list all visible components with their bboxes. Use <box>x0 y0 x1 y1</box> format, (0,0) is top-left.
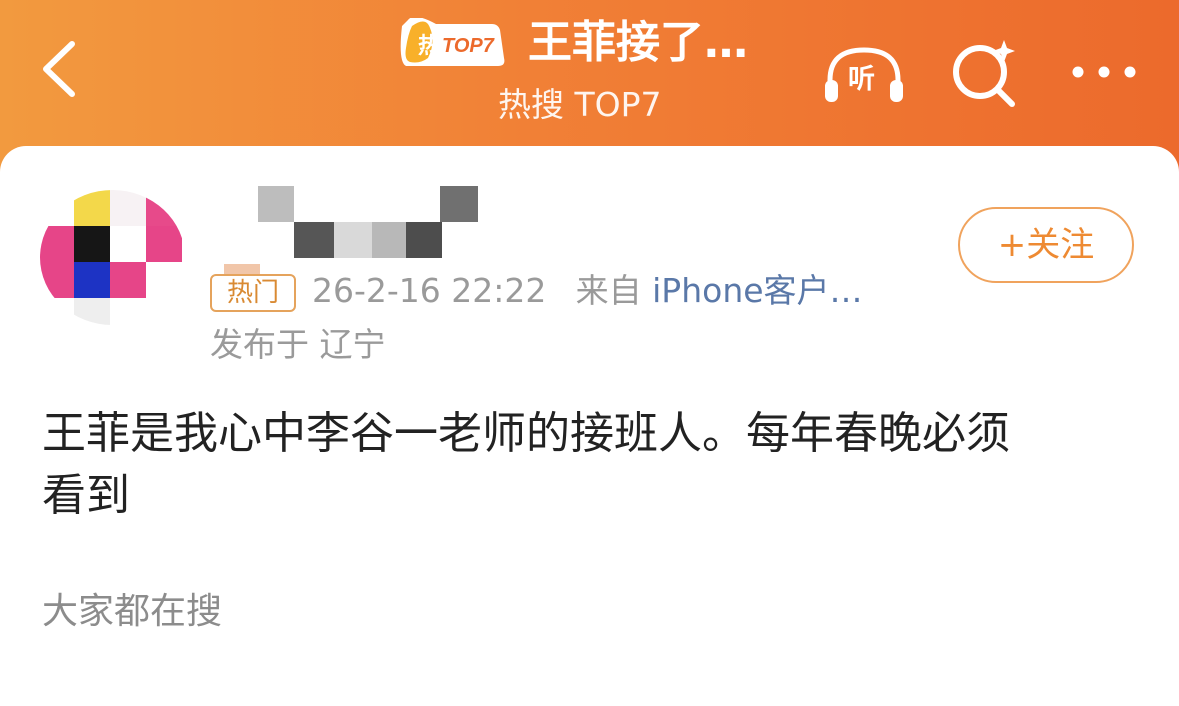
post-location: 发布于 辽宁 <box>210 325 386 364</box>
listen-headphones-icon[interactable]: 听 <box>822 44 906 106</box>
badge-hot-text: 热 <box>418 33 440 59</box>
more-dots-icon[interactable] <box>1068 52 1140 92</box>
hot-tag: 热门 <box>210 274 296 312</box>
post-meta: 26-2-16 22:22 来自 iPhone客户… <box>312 268 863 314</box>
back-arrow-icon[interactable] <box>32 38 92 100</box>
post-date: 26-2-16 22:22 <box>312 271 547 310</box>
search-sparkle-icon[interactable] <box>950 36 1020 108</box>
username-redacted[interactable] <box>220 186 490 278</box>
listen-label: 听 <box>848 64 875 95</box>
post-text-line-1: 王菲是我心中李谷一老师的接班人。每年春晚必须 <box>42 408 1010 459</box>
avatar[interactable] <box>40 190 185 325</box>
post-text-line-2: 看到 <box>42 470 130 521</box>
page-subtitle: 热搜 TOP7 <box>498 85 662 124</box>
post-content: 王菲是我心中李谷一老师的接班人。每年春晚必须 看到 <box>42 406 1137 524</box>
trending-searches-title: 大家都在搜 <box>42 591 223 632</box>
post-source-link[interactable]: iPhone客户… <box>652 271 862 310</box>
source-prefix: 来自 <box>575 271 642 310</box>
follow-button[interactable]: +关注 <box>958 207 1134 283</box>
page-title: 王菲接了… <box>528 17 748 68</box>
badge-rank-text: TOP7 <box>442 35 495 57</box>
hot-top-badge: 热 TOP7 <box>400 18 505 66</box>
